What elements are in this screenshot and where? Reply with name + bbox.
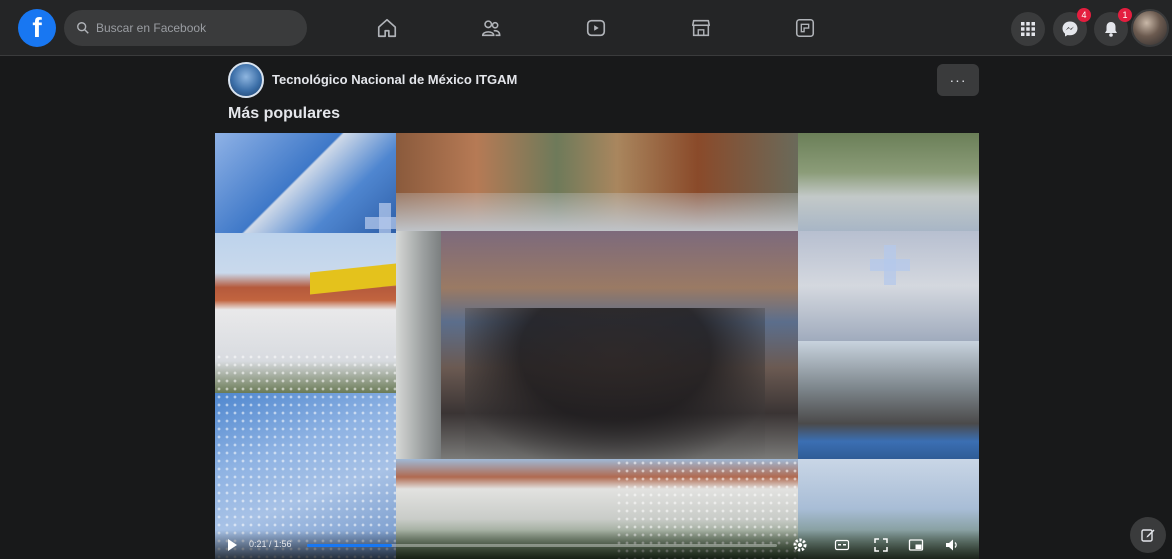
- collage-tile-classroom: [798, 341, 979, 459]
- video-controls: 0:21 / 1:56: [215, 530, 979, 559]
- menu-grid-icon: [1021, 22, 1035, 36]
- video-progress-fill: [307, 544, 392, 547]
- notifications-icon: [1105, 22, 1117, 37]
- fullscreen-button[interactable]: [872, 536, 890, 554]
- groups-icon: [481, 20, 501, 37]
- gear-icon: [793, 538, 807, 552]
- facebook-logo[interactable]: f: [18, 9, 56, 47]
- messenger-icon: [1062, 21, 1078, 37]
- home-icon: [377, 18, 397, 38]
- collage-tile-railing: [396, 231, 441, 459]
- page-name[interactable]: Tecnológico Nacional de México ITGAM: [272, 72, 517, 87]
- nav-watch[interactable]: [580, 12, 612, 44]
- messenger-button[interactable]: 4: [1053, 8, 1091, 46]
- page-avatar[interactable]: [228, 62, 264, 98]
- marketplace-icon: [691, 19, 711, 37]
- video-player[interactable]: [215, 133, 979, 559]
- play-button[interactable]: [223, 536, 241, 554]
- collage-tile-campus: [798, 133, 979, 231]
- pip-button[interactable]: [907, 536, 925, 554]
- captions-icon: [834, 539, 850, 551]
- notifications-button[interactable]: 1: [1094, 8, 1132, 46]
- section-title: Más populares: [228, 105, 341, 122]
- decorative-plus-right: [870, 245, 910, 285]
- play-icon: [228, 539, 237, 551]
- gaming-icon: [795, 18, 815, 38]
- nav-home[interactable]: [371, 12, 403, 44]
- fullscreen-icon: [874, 538, 888, 552]
- top-navigation-bar: f 4 1: [0, 0, 1172, 56]
- search-box[interactable]: [64, 10, 307, 46]
- messenger-badge: 4: [1077, 8, 1091, 22]
- group-people-shadow: [465, 308, 765, 459]
- volume-icon: [946, 539, 957, 551]
- settings-button[interactable]: [791, 536, 809, 554]
- video-time: 0:21 / 1:56: [249, 539, 292, 549]
- nav-groups[interactable]: [475, 12, 507, 44]
- search-icon: [77, 22, 89, 34]
- new-message-button[interactable]: [1130, 517, 1166, 553]
- dot-pattern-left: [215, 353, 396, 559]
- captions-button[interactable]: [833, 536, 851, 554]
- collage-tile-floor-top: [396, 193, 798, 231]
- volume-button[interactable]: [943, 536, 961, 554]
- search-input[interactable]: [96, 21, 296, 35]
- post-header: [8, 56, 1164, 102]
- picture-in-picture-icon: [908, 539, 924, 551]
- nav-gaming[interactable]: [789, 12, 821, 44]
- watch-icon: [586, 19, 606, 37]
- notifications-badge: 1: [1118, 8, 1132, 22]
- account-avatar[interactable]: [1131, 9, 1169, 47]
- video-progress-bar[interactable]: [307, 544, 777, 547]
- compose-icon: [1141, 529, 1155, 542]
- menu-button[interactable]: [1011, 12, 1045, 46]
- nav-marketplace[interactable]: [685, 12, 717, 44]
- more-options-button[interactable]: ···: [937, 64, 979, 96]
